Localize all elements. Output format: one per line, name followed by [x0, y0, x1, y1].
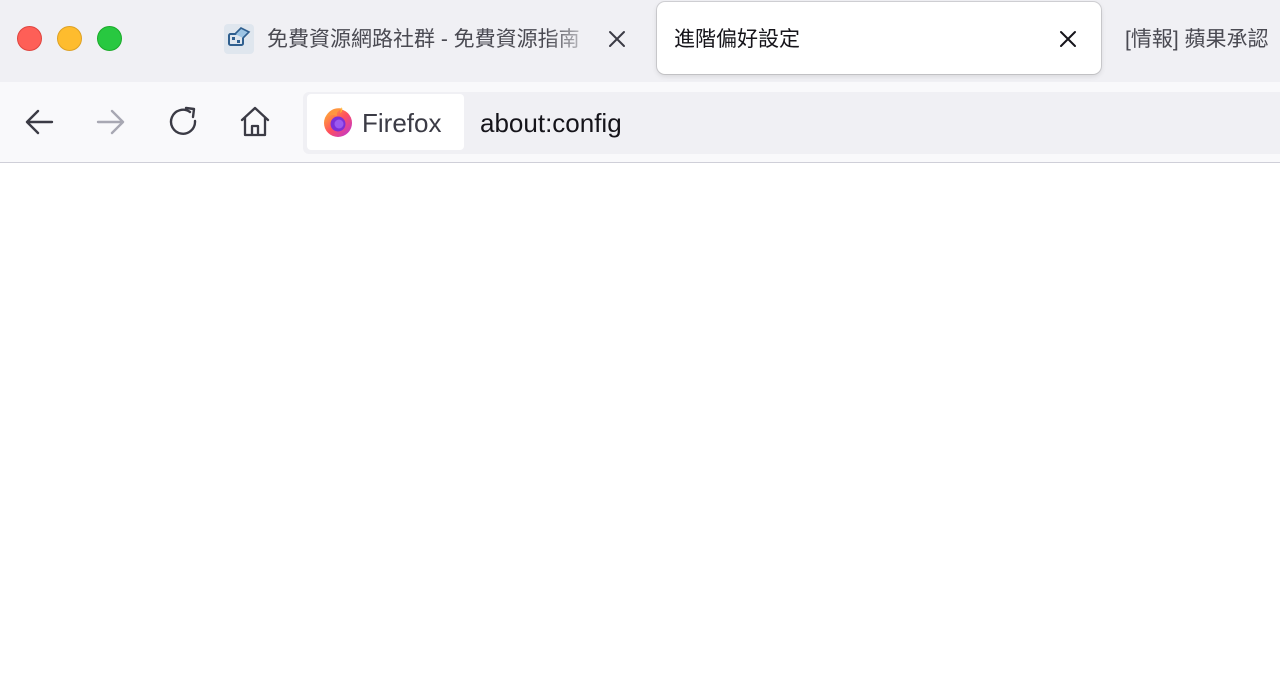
tab-strip: 免費資源網路社群 - 免費資源指南 進階偏好設定 [情報] 蘋果承認 [0, 0, 1280, 82]
tab-close-icon[interactable] [606, 28, 628, 50]
tab-free-resource[interactable]: 免費資源網路社群 - 免費資源指南 [212, 2, 646, 74]
tab-close-icon[interactable] [1057, 28, 1079, 50]
home-button[interactable] [235, 102, 275, 142]
tab-title: 免費資源網路社群 - 免費資源指南 [267, 28, 580, 51]
tab-title: 進階偏好設定 [674, 28, 800, 51]
arrow-right-icon [96, 109, 125, 135]
tab-advanced-preferences[interactable]: 進階偏好設定 [657, 2, 1101, 74]
page-content [0, 163, 1280, 700]
tab-title: [情報] 蘋果承認 [1125, 28, 1269, 51]
window-minimize-button[interactable] [57, 26, 82, 51]
firefox-logo-icon [324, 107, 352, 137]
tab-news[interactable]: [情報] 蘋果承認 [1112, 2, 1280, 74]
identity-label: Firefox [362, 108, 442, 138]
back-button[interactable] [20, 102, 60, 142]
window-close-button[interactable] [17, 26, 42, 51]
browser-window: 免費資源網路社群 - 免費資源指南 進階偏好設定 [情報] 蘋果承認 Firef… [0, 0, 1280, 700]
url-input[interactable]: about:config [480, 92, 622, 154]
identity-box[interactable]: Firefox [307, 94, 464, 150]
reload-button[interactable] [164, 102, 204, 142]
reload-icon [169, 106, 197, 135]
arrow-left-icon [25, 109, 54, 135]
url-bar[interactable]: Firefox about:config [303, 92, 1280, 154]
nav-bar: Firefox about:config [0, 82, 1280, 163]
window-maximize-button[interactable] [97, 26, 122, 51]
site-favicon-icon [224, 24, 254, 54]
home-icon [240, 106, 270, 137]
forward-button[interactable] [92, 102, 132, 142]
